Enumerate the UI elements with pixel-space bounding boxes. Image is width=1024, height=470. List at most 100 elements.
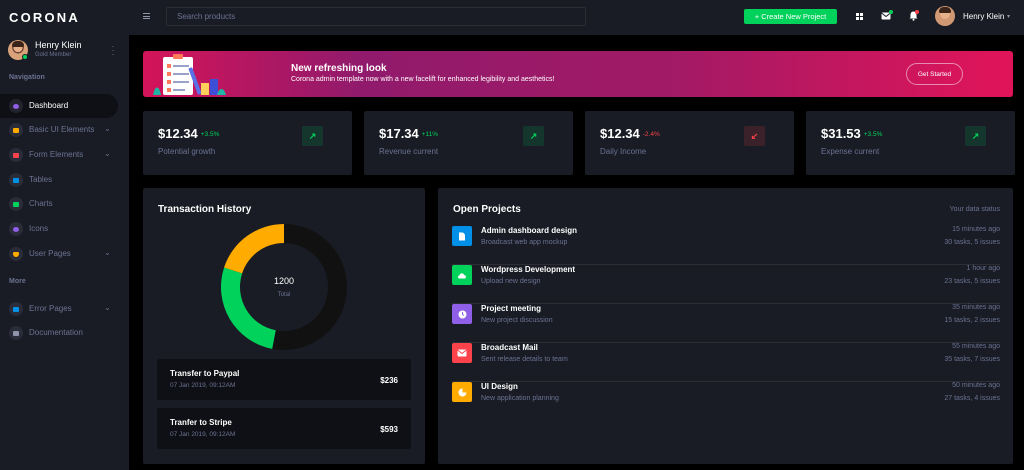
brand-logo[interactable]: CORONA: [9, 10, 80, 25]
laptop-icon-glyph: [13, 127, 19, 133]
file-document-icon-glyph: [13, 330, 19, 336]
stat-card-expense-current: $31.53 +3.5% Expense current ↗: [806, 111, 1015, 175]
sidebar-item-icons[interactable]: Icons: [0, 217, 118, 241]
project-time: 55 minutes ago: [952, 343, 1000, 350]
sidebar-item-tables[interactable]: Tables: [0, 168, 118, 192]
donut-total-value: 1200: [273, 276, 295, 286]
project-tasks: 30 tasks, 5 issues: [944, 239, 1000, 246]
chart-line-icon-glyph: [13, 201, 19, 207]
open-projects-panel: Open Projects Your data status Admin das…: [438, 188, 1013, 464]
nav-category-more: More: [9, 278, 26, 285]
search-input[interactable]: [166, 7, 586, 26]
playlist-icon: [9, 148, 23, 162]
project-item[interactable]: Project meeting New project discussion 3…: [452, 304, 1000, 343]
more-vertical-icon[interactable]: · · ·: [110, 42, 116, 59]
mail-icon[interactable]: [880, 10, 893, 22]
promo-banner: New refreshing look Corona admin templat…: [143, 51, 1013, 97]
sidebar-item-label: Form Elements: [29, 150, 84, 159]
sidebar-item-label: Basic UI Elements: [29, 125, 95, 134]
file-icon: [452, 226, 472, 246]
get-started-button[interactable]: Get Started: [906, 63, 963, 85]
sidebar-item-error-pages[interactable]: Error Pages ⌄: [0, 297, 118, 321]
top-navbar: + Create New Project Henry Klein ▾: [129, 0, 1024, 35]
project-title: Admin dashboard design: [481, 226, 578, 235]
sidebar-item-label: Charts: [29, 199, 53, 208]
project-time: 50 minutes ago: [952, 382, 1000, 389]
transaction-donut-chart: [221, 224, 347, 350]
sidebar: CORONA Henry Klein Gold Member · · · Navig…: [0, 0, 129, 470]
donut-total-label: Total: [277, 292, 291, 298]
contacts-icon: [9, 222, 23, 236]
project-subtitle: New project discussion: [481, 317, 553, 324]
arrow-bottom-left-icon: ↙: [744, 126, 765, 146]
bell-icon[interactable]: [907, 10, 919, 22]
project-title: Project meeting: [481, 304, 542, 313]
user-avatar[interactable]: [935, 6, 955, 26]
project-title: Broadcast Mail: [481, 343, 538, 352]
project-time: 35 minutes ago: [952, 304, 1000, 311]
lock-icon: [9, 302, 23, 316]
mail-badge-dot: [889, 10, 893, 14]
donut-segment-2: [224, 224, 284, 274]
transaction-item[interactable]: Tranfer to Stripe 07 Jan 2019, 09:12AM $…: [157, 408, 411, 449]
chevron-down-icon: ⌄: [104, 124, 111, 133]
transaction-amount: $236: [380, 376, 398, 385]
lock-icon-glyph: [13, 306, 19, 312]
stat-value: $12.34 +3.5%: [158, 126, 219, 141]
sidebar-item-basic-ui-elements[interactable]: Basic UI Elements ⌄: [0, 118, 118, 142]
notification-badge-dot: [915, 10, 919, 14]
stat-card-revenue-current: $17.34 +11% Revenue current ↗: [364, 111, 573, 175]
caret-down-icon[interactable]: ▾: [1007, 13, 1010, 20]
stat-amount: $12.34: [600, 126, 640, 141]
user-name[interactable]: Henry Klein: [963, 12, 1004, 21]
chevron-down-icon: ⌄: [104, 149, 111, 158]
sidebar-item-user-pages[interactable]: User Pages ⌄: [0, 242, 118, 266]
laptop-icon: [9, 123, 23, 137]
project-item[interactable]: Wordpress Development Upload new design …: [452, 265, 1000, 304]
profile-name: Henry Klein: [35, 40, 82, 50]
sidebar-item-documentation[interactable]: Documentation: [0, 321, 118, 345]
project-subtitle: Sent release details to team: [481, 356, 568, 363]
grid-icon[interactable]: [853, 10, 865, 22]
project-item[interactable]: Admin dashboard design Broadcast web app…: [452, 226, 1000, 265]
data-status-label: Your data status: [949, 206, 1000, 213]
sidebar-item-dashboard[interactable]: Dashboard: [0, 94, 118, 118]
mail-icon: [452, 343, 472, 363]
project-item[interactable]: Broadcast Mail Sent release details to t…: [452, 343, 1000, 382]
project-subtitle: New application planning: [481, 395, 559, 402]
stat-label: Potential growth: [158, 147, 216, 156]
sidebar-profile: Henry Klein Gold Member · · ·: [8, 40, 121, 62]
transaction-date: 07 Jan 2019, 09:12AM: [170, 382, 236, 389]
sidebar-item-label: Dashboard: [29, 101, 69, 110]
stat-value: $17.34 +11%: [379, 126, 438, 141]
arrow-top-right-icon: ↗: [302, 126, 323, 146]
create-new-project-button[interactable]: + Create New Project: [744, 9, 837, 24]
online-status-indicator: [22, 54, 28, 60]
sidebar-item-form-elements[interactable]: Form Elements ⌄: [0, 143, 118, 167]
arrow-top-right-icon: ↗: [965, 126, 986, 146]
sidebar-item-charts[interactable]: Charts: [0, 192, 118, 216]
arrow-top-right-icon: ↗: [523, 126, 544, 146]
stat-change: -2.4%: [642, 131, 660, 139]
project-item[interactable]: UI Design New application planning 50 mi…: [452, 382, 1000, 421]
transaction-title: Transfer to Paypal: [170, 369, 240, 378]
transaction-item[interactable]: Transfer to Paypal 07 Jan 2019, 09:12AM …: [157, 359, 411, 400]
playlist-icon-glyph: [13, 152, 19, 158]
project-tasks: 27 tasks, 4 issues: [944, 395, 1000, 402]
sidebar-item-label: Tables: [29, 175, 53, 184]
profile-role: Gold Member: [35, 52, 72, 58]
project-title: Wordpress Development: [481, 265, 576, 274]
sidebar-item-label: User Pages: [29, 249, 71, 258]
table-icon: [9, 173, 23, 187]
transaction-amount: $593: [380, 425, 398, 434]
stat-amount: $17.34: [379, 126, 419, 141]
chevron-down-icon: ⌄: [104, 248, 111, 257]
checklist-illustration: [153, 54, 226, 95]
project-tasks: 23 tasks, 5 issues: [944, 278, 1000, 285]
sidebar-item-label: Error Pages: [29, 304, 72, 313]
stat-change: +3.5%: [200, 131, 220, 139]
menu-toggle-icon[interactable]: [143, 13, 150, 19]
stat-change: +11%: [421, 131, 439, 139]
speedometer-icon-glyph: [13, 103, 19, 109]
chevron-down-icon: ⌄: [104, 303, 111, 312]
